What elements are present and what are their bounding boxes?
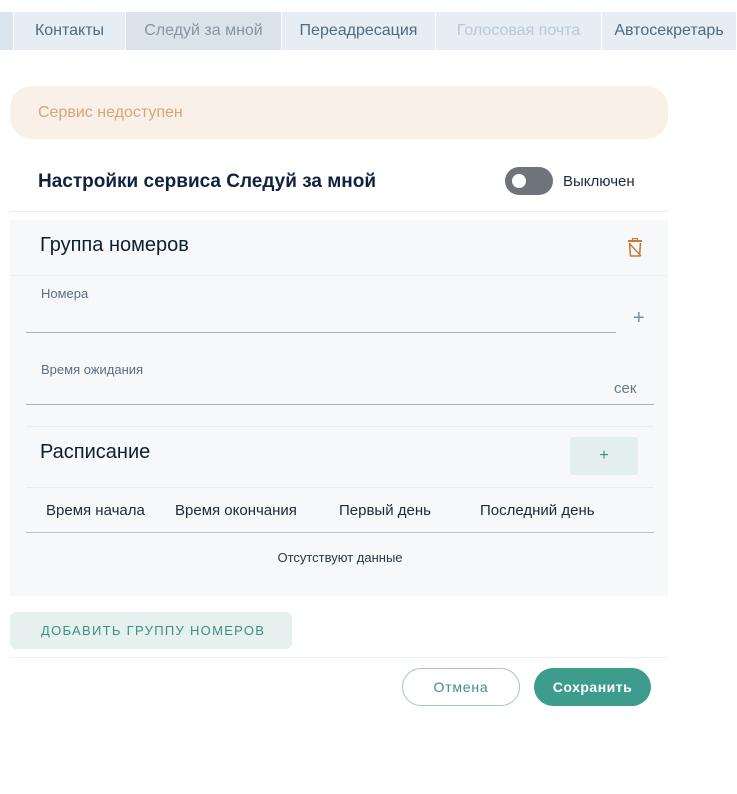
divider [26, 426, 654, 427]
wait-time-unit: сек [614, 380, 637, 397]
table-header-divider [26, 532, 654, 533]
service-toggle-label: Выключен [563, 173, 635, 190]
toggle-knob [512, 174, 526, 188]
add-number-group-button[interactable]: ДОБАВИТЬ ГРУППУ НОМЕРОВ [10, 612, 292, 649]
divider [10, 211, 668, 212]
divider [10, 275, 668, 276]
tab-auto-attendant[interactable]: Автосекретарь [602, 12, 737, 50]
number-group-title: Группа номеров [40, 234, 189, 256]
service-settings-title: Настройки сервиса Следуй за мной [38, 171, 377, 192]
wait-time-input[interactable] [26, 404, 654, 405]
save-button[interactable]: Сохранить [534, 668, 651, 706]
delete-group-icon[interactable] [626, 237, 644, 258]
service-toggle[interactable] [505, 167, 553, 195]
schedule-title: Расписание [40, 441, 151, 463]
wait-time-field-label: Время ожидания [41, 362, 144, 377]
number-group-panel [10, 220, 668, 596]
divider [10, 657, 668, 658]
column-header-first-day: Первый день [339, 502, 431, 519]
tab-previous-partial[interactable] [0, 12, 14, 50]
add-schedule-button[interactable]: + [570, 437, 638, 475]
cancel-button[interactable]: Отмена [402, 668, 520, 706]
tab-forwarding[interactable]: Переадресация [282, 12, 436, 50]
column-header-start-time: Время начала [46, 502, 145, 519]
tab-bar: Контакты Следуй за мной Переадресация Го… [0, 12, 737, 50]
column-header-last-day: Последний день [480, 502, 595, 519]
schedule-empty-message: Отсутствуют данные [277, 550, 403, 565]
numbers-field-label: Номера [41, 286, 89, 301]
tab-voicemail: Голосовая почта [436, 12, 602, 50]
add-number-icon[interactable]: + [633, 308, 645, 328]
banner-text: Сервис недоступен [38, 103, 183, 121]
tab-follow-me[interactable]: Следуй за мной [126, 12, 282, 50]
divider [26, 487, 654, 488]
tab-contacts[interactable]: Контакты [14, 12, 126, 50]
service-unavailable-banner: Сервис недоступен [10, 86, 668, 139]
column-header-end-time: Время окончания [175, 502, 297, 519]
numbers-input[interactable] [26, 332, 616, 333]
